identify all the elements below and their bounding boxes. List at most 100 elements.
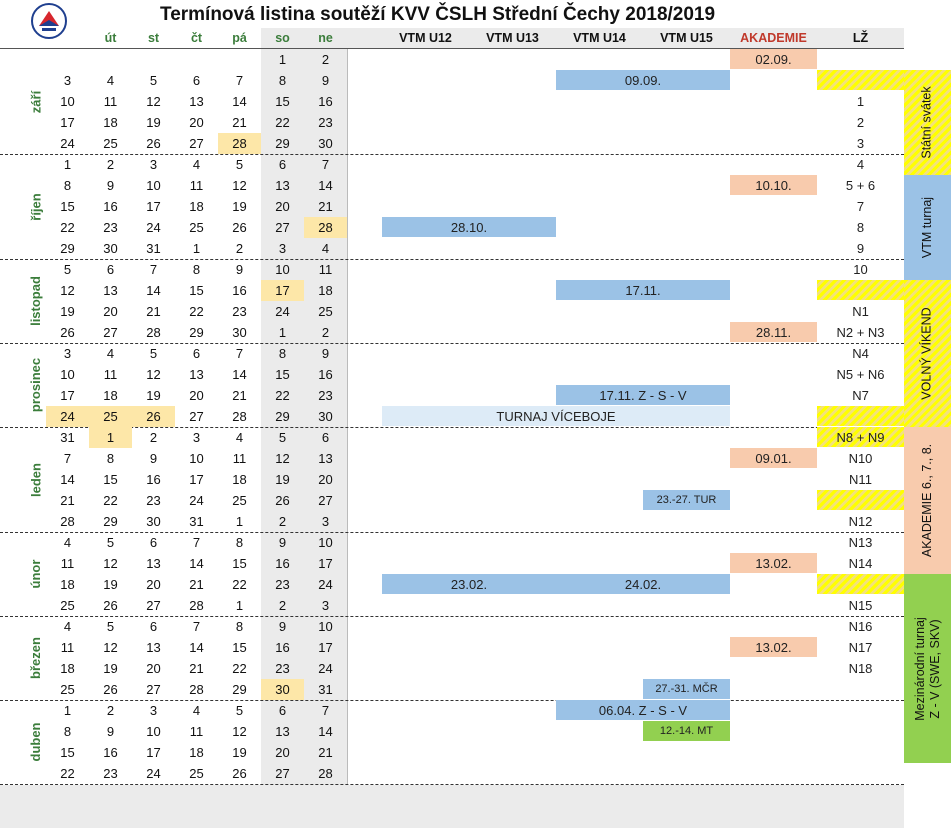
day-cell: 31 <box>318 682 333 697</box>
day-cell: 29 <box>103 514 118 529</box>
day-cell: 31 <box>189 514 204 529</box>
day-cell: 10 <box>60 94 75 109</box>
event-bar[interactable]: 17.11. Z - S - V <box>556 385 730 405</box>
day-cell: 18 <box>318 283 333 298</box>
day-cell: 22 <box>189 304 204 319</box>
weekday-header-so: so <box>275 31 290 45</box>
weekday-header-ne: ne <box>318 31 333 45</box>
event-bar[interactable]: 13.02. <box>730 637 817 657</box>
day-cell: 15 <box>60 199 75 214</box>
day-cell: 8 <box>106 451 115 466</box>
day-cell: 26 <box>232 766 247 781</box>
day-cell: 5 <box>106 619 115 634</box>
day-cell: 25 <box>103 136 118 151</box>
day-cell: 19 <box>232 199 247 214</box>
event-bar[interactable]: 23.-27. TUR <box>643 490 730 510</box>
day-cell: 24 <box>318 577 333 592</box>
day-cell: 28 <box>218 133 261 154</box>
event-bar[interactable]: 28.10. <box>382 217 556 237</box>
day-cell: 8 <box>63 724 72 739</box>
day-cell: 14 <box>60 472 75 487</box>
event-bar[interactable]: 10.10. <box>730 175 817 195</box>
event-bar[interactable]: 27.-31. MČR <box>643 679 730 699</box>
day-cell: 10 <box>318 535 333 550</box>
footer-band <box>0 785 904 828</box>
day-cell: 16 <box>232 283 247 298</box>
day-cell: 5 <box>63 262 72 277</box>
day-cell: 28 <box>304 217 347 238</box>
day-cell: 9 <box>278 619 287 634</box>
day-cell: 11 <box>189 724 204 739</box>
event-bar[interactable]: 23.02. <box>382 574 556 594</box>
day-cell: 13 <box>189 367 204 382</box>
day-cell: 22 <box>60 220 75 235</box>
legend-band: Státní svátek <box>904 70 951 175</box>
day-cell: 18 <box>189 199 204 214</box>
day-cell: 12 <box>103 556 118 571</box>
day-cell: 25 <box>60 682 75 697</box>
day-cell: 23 <box>318 115 333 130</box>
event-bar[interactable]: 12.-14. MT <box>643 721 730 741</box>
day-cell: 20 <box>146 577 161 592</box>
day-cell: 25 <box>232 493 247 508</box>
day-cell: 1 <box>235 598 244 613</box>
event-bar[interactable]: 06.04. Z - S - V <box>556 700 730 720</box>
day-cell: 7 <box>235 346 244 361</box>
day-cell: 21 <box>318 199 333 214</box>
month-label-březen: březen <box>28 637 43 679</box>
event-bar[interactable]: 28.11. <box>730 322 817 342</box>
event-bar[interactable]: 02.09. <box>730 49 817 69</box>
day-cell: 23 <box>146 493 161 508</box>
lz-cell <box>817 574 904 594</box>
day-cell: 17 <box>318 640 333 655</box>
day-cell: 26 <box>103 598 118 613</box>
column-header-vtm-u13: VTM U13 <box>486 31 539 45</box>
day-cell: 8 <box>235 535 244 550</box>
day-cell: 6 <box>278 157 287 172</box>
day-cell: 14 <box>232 367 247 382</box>
lz-cell: N5 + N6 <box>836 367 885 382</box>
day-cell: 17 <box>318 556 333 571</box>
day-cell: 24 <box>275 304 290 319</box>
day-cell: 29 <box>232 682 247 697</box>
day-cell: 20 <box>189 388 204 403</box>
event-bar[interactable]: 17.11. <box>556 280 730 300</box>
day-cell: 22 <box>232 661 247 676</box>
day-cell: 11 <box>232 451 247 466</box>
day-cell: 3 <box>63 73 72 88</box>
legend-line: VOLNÝ VÍKEND <box>920 307 935 400</box>
lz-cell <box>817 490 904 510</box>
day-cell: 20 <box>318 472 333 487</box>
day-cell: 13 <box>146 556 161 571</box>
lz-cell: 7 <box>856 199 865 214</box>
lz-cell: N7 <box>852 388 869 403</box>
lz-cell: N13 <box>848 535 873 550</box>
event-bar[interactable]: 09.09. <box>556 70 730 90</box>
event-bar[interactable]: TURNAJ VÍCEBOJE <box>382 406 730 426</box>
day-cell: 7 <box>192 535 201 550</box>
event-bar[interactable]: 09.01. <box>730 448 817 468</box>
day-cell: 5 <box>235 703 244 718</box>
day-cell: 14 <box>146 283 161 298</box>
day-cell: 16 <box>103 199 118 214</box>
day-cell: 6 <box>321 430 330 445</box>
day-cell: 14 <box>318 178 333 193</box>
event-bar[interactable]: 13.02. <box>730 553 817 573</box>
lz-cell: N8 + N9 <box>817 427 904 447</box>
day-cell: 8 <box>63 178 72 193</box>
day-cell: 5 <box>106 535 115 550</box>
day-cell: 21 <box>146 304 161 319</box>
day-cell: 31 <box>60 430 75 445</box>
event-bar[interactable]: 24.02. <box>556 574 730 594</box>
lz-cell: N12 <box>848 514 873 529</box>
day-cell: 27 <box>189 136 204 151</box>
day-cell: 17 <box>189 472 204 487</box>
day-cell: 27 <box>318 493 333 508</box>
day-cell: 21 <box>232 388 247 403</box>
legend-band: Mezinárodní turnaj Z - V (SWE, SKV) <box>904 574 951 763</box>
day-cell: 12 <box>232 724 247 739</box>
day-cell: 2 <box>321 325 330 340</box>
day-cell: 20 <box>275 745 290 760</box>
day-cell: 14 <box>189 556 204 571</box>
day-cell: 23 <box>103 220 118 235</box>
